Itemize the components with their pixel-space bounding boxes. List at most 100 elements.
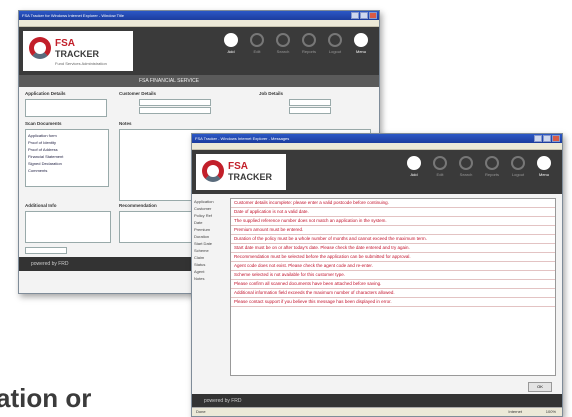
- front-nav: Add Edit Search Reports Logout Menu: [406, 156, 552, 180]
- side-label: Claim: [194, 255, 205, 260]
- logout-icon: [328, 33, 342, 47]
- front-footer: powered by FRD: [192, 394, 562, 408]
- nav-search[interactable]: Search: [275, 33, 291, 57]
- scan-item[interactable]: Financial Statement: [28, 153, 106, 160]
- close-button[interactable]: [369, 12, 377, 19]
- menu-icon: [354, 33, 368, 47]
- error-message: Scheme selected is not available for thi…: [231, 271, 555, 280]
- nav-add[interactable]: Add: [406, 156, 422, 180]
- status-text: Done: [196, 409, 206, 414]
- logo-tagline: Fund Services Administration: [55, 61, 107, 66]
- reports-icon: [485, 156, 499, 170]
- error-message: Additional information field exceeds the…: [231, 289, 555, 298]
- minimize-button[interactable]: [534, 135, 542, 142]
- fsa-tracker-logo: FSA TRACKER: [196, 154, 286, 190]
- customer-field-1[interactable]: [139, 99, 211, 106]
- validation-messages-panel: Customer details incomplete: please ente…: [230, 198, 556, 376]
- additional-info-textarea[interactable]: [25, 211, 111, 243]
- front-title-bar: FSA Tracker - Windows Internet Explorer …: [192, 134, 562, 143]
- front-window-title: FSA Tracker - Windows Internet Explorer …: [195, 136, 290, 141]
- nav-search[interactable]: Search: [458, 156, 474, 180]
- side-label: Policy Ref: [194, 213, 213, 218]
- application-details-heading: Application Details: [25, 91, 66, 96]
- side-label: Date: [194, 220, 203, 225]
- scan-item[interactable]: Signed Declaration: [28, 160, 106, 167]
- scan-item[interactable]: Proof of Address: [28, 146, 106, 153]
- nav-reports[interactable]: Reports: [301, 33, 317, 57]
- back-window-title: FSA Tracker for Windows Internet Explore…: [22, 13, 125, 18]
- scan-item[interactable]: Proof of Identity: [28, 139, 106, 146]
- customer-field-2[interactable]: [139, 107, 211, 114]
- scan-documents-heading: Scan Documents: [25, 121, 62, 126]
- side-label: Duration: [194, 234, 210, 239]
- zoom-level[interactable]: 100%: [546, 409, 556, 414]
- logo-line2: TRACKER: [55, 49, 99, 59]
- maximize-button[interactable]: [543, 135, 551, 142]
- error-message: Premium amount must be entered.: [231, 226, 555, 235]
- nav-edit[interactable]: Edit: [432, 156, 448, 180]
- job-field-1[interactable]: [289, 99, 331, 106]
- side-label: Premium: [194, 227, 211, 232]
- date-field[interactable]: [25, 247, 67, 254]
- nav-reports[interactable]: Reports: [484, 156, 500, 180]
- error-message: Please confirm all scanned documents hav…: [231, 280, 555, 289]
- nav-add[interactable]: Add: [223, 33, 239, 57]
- logo-arc-icon: [29, 37, 51, 59]
- side-label: Customer: [194, 206, 212, 211]
- error-message: The supplied reference number does not m…: [231, 217, 555, 226]
- error-message: Agent code does not exist. Please check …: [231, 262, 555, 271]
- recommendation-heading: Recommendation: [119, 203, 157, 208]
- caption-text: ation or: [0, 383, 92, 413]
- back-title-bar: FSA Tracker for Windows Internet Explore…: [19, 11, 379, 20]
- nav-menu[interactable]: Menu: [536, 156, 552, 180]
- front-menubar: [192, 143, 562, 150]
- application-fields[interactable]: [25, 99, 107, 117]
- edit-icon: [433, 156, 447, 170]
- back-nav: Add Edit Search Reports Logout Menu: [223, 33, 369, 57]
- zone-text: Internet: [508, 409, 522, 414]
- scan-item[interactable]: Application form: [28, 132, 106, 139]
- logo-line1: FSA: [228, 161, 248, 172]
- back-header: FSA TRACKER Fund Services Administration …: [19, 27, 379, 75]
- nav-logout[interactable]: Logout: [510, 156, 526, 180]
- side-label: Application: [194, 199, 214, 204]
- nav-edit[interactable]: Edit: [249, 33, 265, 57]
- notes-heading: Notes: [119, 121, 132, 126]
- status-bar: Done Internet 100%: [192, 407, 562, 416]
- minimize-button[interactable]: [351, 12, 359, 19]
- close-button[interactable]: [552, 135, 560, 142]
- error-message: Customer details incomplete: please ente…: [231, 199, 555, 208]
- fsa-tracker-logo: FSA TRACKER Fund Services Administration: [23, 31, 133, 71]
- powered-by: powered by FRD: [204, 398, 242, 404]
- powered-by: powered by FRD: [31, 261, 69, 267]
- additional-info-heading: Additional Info: [25, 203, 57, 208]
- side-label: Notes: [194, 276, 205, 281]
- side-label: Status: [194, 262, 206, 267]
- search-icon: [459, 156, 473, 170]
- side-label: Start Date: [194, 241, 213, 246]
- maximize-button[interactable]: [360, 12, 368, 19]
- add-icon: [224, 33, 238, 47]
- logout-icon: [511, 156, 525, 170]
- scan-documents-list: Application form Proof of Identity Proof…: [25, 129, 109, 187]
- front-header: FSA TRACKER Add Edit Search Reports Logou…: [192, 150, 562, 194]
- error-message: Please contact support if you believe th…: [231, 298, 555, 307]
- back-menubar: [19, 20, 379, 27]
- front-side-labels: Application Customer Policy Ref Date Pre…: [194, 198, 228, 376]
- menu-icon: [537, 156, 551, 170]
- recommendation-textarea[interactable]: [119, 211, 201, 243]
- reports-icon: [302, 33, 316, 47]
- ok-button[interactable]: OK: [528, 382, 552, 392]
- search-icon: [276, 33, 290, 47]
- error-message: Start date must be on or after today's d…: [231, 244, 555, 253]
- logo-line2: TRACKER: [228, 172, 272, 182]
- subheader-label: FSA FINANCIAL SERVICE: [139, 78, 200, 84]
- nav-logout[interactable]: Logout: [327, 33, 343, 57]
- job-field-2[interactable]: [289, 107, 331, 114]
- nav-menu[interactable]: Menu: [353, 33, 369, 57]
- logo-line1: FSA: [55, 38, 75, 49]
- scan-item[interactable]: Comments: [28, 167, 106, 174]
- add-icon: [407, 156, 421, 170]
- side-label: Agent: [194, 269, 205, 274]
- job-details-heading: Job Details: [259, 91, 284, 96]
